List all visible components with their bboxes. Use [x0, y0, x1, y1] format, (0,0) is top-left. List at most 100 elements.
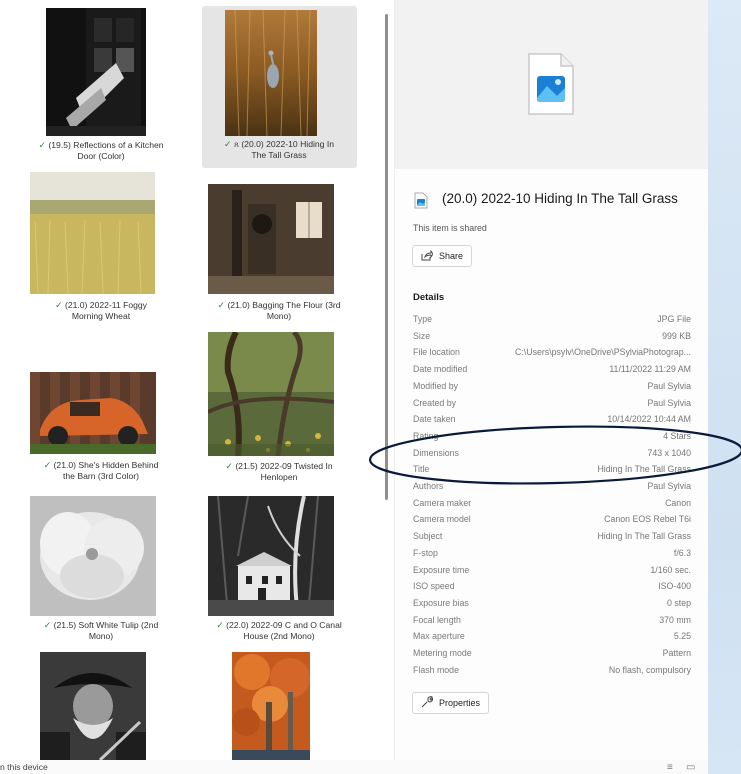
property-value: Hiding In The Tall Grass: [597, 531, 691, 542]
share-icon: [421, 249, 434, 263]
property-value: Canon EOS Rebel T6i: [604, 514, 691, 525]
property-key: Focal length: [413, 614, 461, 625]
property-row: Exposure bias 0 step: [413, 598, 691, 612]
file-tile[interactable]: [24, 652, 179, 760]
caption-line1: (21.5) 2022-09 Twisted In: [235, 461, 333, 471]
property-value: Canon: [665, 497, 691, 508]
image-file-small-icon: [414, 192, 428, 214]
file-caption: ✓ (21.5) Soft White Tulip (2nd Mono): [26, 620, 176, 642]
property-row: Camera model Canon EOS Rebel T6i: [413, 514, 691, 528]
share-button[interactable]: Share: [412, 245, 473, 267]
shared-person-icon: ጸ: [233, 139, 239, 149]
synced-check-icon: ✓: [217, 300, 226, 310]
property-key: Size: [413, 330, 431, 341]
file-tile[interactable]: ✓ (21.0) Bagging The Flour (3rd Mono): [202, 172, 357, 332]
property-row: Created by Paul Sylvia: [413, 398, 691, 412]
preview-area: [395, 0, 708, 169]
caption-line2: Morning Wheat: [71, 311, 131, 321]
caption-line2: Mono): [88, 631, 114, 641]
property-row: Authors Paul Sylvia: [413, 481, 691, 495]
property-value: Pattern: [662, 648, 691, 658]
synced-check-icon: ✓: [43, 460, 52, 470]
property-row: Title Hiding In The Tall Grass: [413, 464, 691, 478]
property-key: F-stop: [413, 547, 438, 558]
property-value: 5.25: [673, 631, 691, 642]
property-key: Date modified: [413, 364, 468, 375]
property-key: Dimensions: [413, 447, 459, 458]
caption-line1: (20.0) 2022-10 Hiding In: [241, 139, 334, 149]
property-value: 11/11/2022 11:29 AM: [609, 364, 691, 375]
file-tile[interactable]: ✓ (21.0) She's Hidden Behind the Barn (3…: [24, 370, 179, 490]
properties-button[interactable]: Properties: [412, 692, 490, 714]
thumbnail-heron-grass: [225, 10, 317, 136]
property-key: Date taken: [413, 414, 456, 425]
file-caption: ✓ (21.0) Bagging The Flour (3rd Mono): [204, 300, 354, 322]
property-row: Date taken 10/14/2022 10:44 AM: [413, 414, 691, 428]
property-key: Subject: [413, 531, 443, 542]
synced-check-icon: ✓: [224, 139, 232, 149]
property-row: Date modified 11/11/2022 11:29 AM: [413, 364, 691, 378]
file-tile[interactable]: ✓ (21.5) Soft White Tulip (2nd Mono): [24, 496, 179, 656]
property-key: Max aperture: [413, 631, 465, 642]
properties-label: Properties: [439, 698, 481, 708]
thumbnail-pirate-portrait: [40, 652, 146, 760]
property-key: ISO speed: [413, 581, 455, 592]
property-value: 1/160 sec.: [650, 564, 691, 575]
file-tile[interactable]: ✓ (21.0) 2022-11 Foggy Morning Wheat: [24, 172, 179, 332]
thumbnail-canal-house: [208, 496, 334, 616]
file-tile-selected[interactable]: ✓ ጸ (20.0) 2022-10 Hiding In The Tall Gr…: [202, 6, 357, 168]
property-value: ISO-400: [658, 581, 691, 592]
property-row: Subject Hiding In The Tall Grass: [413, 531, 691, 545]
caption-line1: (21.0) 2022-11 Foggy: [64, 300, 147, 310]
caption-line2: The Tall Grass: [251, 150, 307, 160]
property-value: 10/14/2022 10:44 AM: [607, 414, 691, 425]
thumbnail-twisted-trees: [208, 332, 334, 456]
property-key: Metering mode: [413, 648, 472, 658]
synced-check-icon: ✓: [216, 620, 224, 630]
property-row: File location C:\Users\psylv\OneDrive\PSy…: [413, 347, 691, 361]
property-row: ISO speed ISO-400: [413, 581, 691, 595]
thumbnail-wheat-field: [30, 172, 155, 294]
property-value: 4 Stars: [663, 430, 691, 441]
file-tile[interactable]: [202, 652, 357, 760]
property-value: No flash, compulsory: [608, 664, 691, 675]
property-value: Hiding In The Tall Grass: [597, 464, 691, 475]
property-value: C:\Users\psylv\OneDrive\PSylviaPhotograp…: [514, 347, 691, 358]
file-caption: ✓ (22.0) 2022-09 C and O Canal House (2n…: [204, 620, 354, 642]
property-row: Flash mode No flash, compulsory: [413, 665, 691, 679]
caption-line1: (21.0) Bagging The Flour (3rd: [227, 300, 341, 310]
status-bar: n this device ≡ ▭: [0, 760, 708, 774]
property-key: Exposure time: [413, 564, 470, 575]
property-key: Camera model: [413, 514, 471, 525]
grid-scrollbar[interactable]: [385, 14, 388, 500]
caption-line1: (22.0) 2022-09 C and O Canal: [226, 620, 342, 630]
property-key: Rating: [413, 430, 439, 441]
property-value: JPG File: [657, 314, 691, 324]
thumbnail-white-tulip: [30, 496, 156, 616]
file-tile[interactable]: ✓ (21.5) 2022-09 Twisted In Henlopen: [202, 332, 357, 492]
file-caption: ✓ ጸ (20.0) 2022-10 Hiding In The Tall Gr…: [204, 139, 354, 161]
thumbnail-flour-mill: [208, 184, 334, 294]
property-key: Authors: [413, 481, 444, 491]
file-title-row: (20.0) 2022-10 Hiding In The Tall Grass: [414, 190, 704, 210]
thumbnail-kitchen-door: [46, 8, 146, 136]
property-row: Size 999 KB: [413, 331, 691, 345]
property-row: Max aperture 5.25: [413, 631, 691, 645]
synced-check-icon: ✓: [43, 620, 52, 630]
property-value: f/6.3: [673, 547, 691, 558]
property-key: Modified by: [413, 380, 458, 391]
property-key: Type: [413, 314, 433, 324]
details-view-icon[interactable]: ≡: [667, 762, 673, 773]
file-caption: ✓ (21.0) 2022-11 Foggy Morning Wheat: [26, 300, 176, 322]
property-row: Dimensions 743 x 1040: [413, 448, 691, 462]
large-icons-view-icon[interactable]: ▭: [686, 762, 695, 773]
file-grid: ✓ (19.5) Reflections of a Kitchen Door (…: [0, 0, 382, 760]
property-value: Paul Sylvia: [647, 380, 691, 391]
thumbnail-rusty-car: [30, 372, 156, 454]
image-file-icon: [527, 52, 575, 121]
synced-check-icon: ✓: [55, 300, 63, 310]
caption-line2: Henlopen: [260, 472, 298, 482]
property-row: Modified by Paul Sylvia: [413, 381, 691, 395]
file-tile[interactable]: ✓ (19.5) Reflections of a Kitchen Door (…: [24, 6, 179, 166]
file-tile[interactable]: ✓ (22.0) 2022-09 C and O Canal House (2n…: [202, 496, 357, 656]
